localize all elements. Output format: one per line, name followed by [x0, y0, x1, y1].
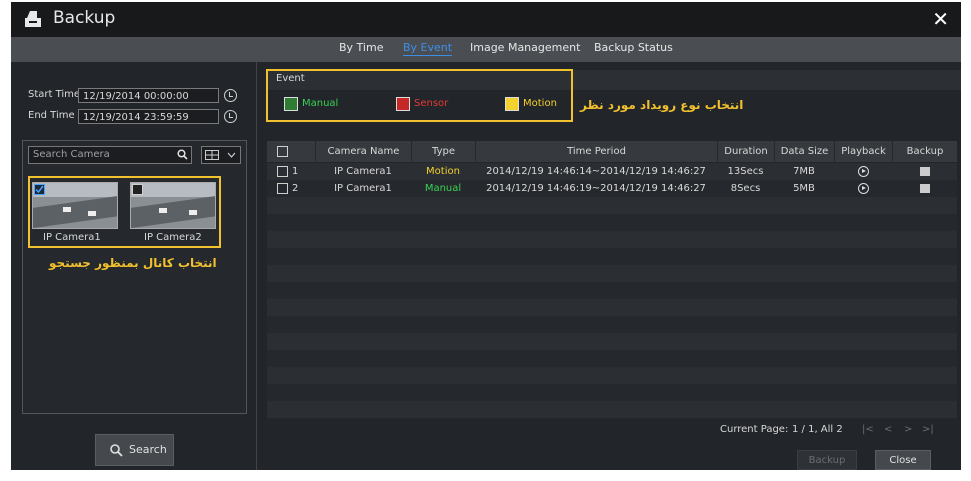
pane-divider: [256, 62, 257, 470]
col-playback[interactable]: Playback: [834, 141, 892, 162]
start-clock-icon[interactable]: [224, 89, 237, 102]
tab-backup-status[interactable]: Backup Status: [594, 41, 673, 54]
search-button-label: Search: [129, 443, 167, 456]
search-button[interactable]: Search: [95, 434, 174, 466]
cell-period: 2014/12/19 14:46:14~2014/12/19 14:46:27: [486, 166, 706, 177]
row-checkbox[interactable]: [277, 183, 288, 194]
table-row: [267, 299, 957, 316]
col-backup[interactable]: Backup: [892, 141, 957, 162]
window-title: Backup: [53, 8, 116, 28]
row-select-cell: 2: [267, 180, 315, 197]
table-row: [267, 265, 957, 282]
col-type[interactable]: Type: [411, 141, 475, 162]
col-duration[interactable]: Duration: [717, 141, 774, 162]
camera-1-checkbox[interactable]: [34, 184, 45, 195]
end-clock-icon[interactable]: [224, 110, 237, 123]
results-table: Camera Name Type Time Period Duration Da…: [267, 141, 957, 422]
close-icon[interactable]: ✕: [932, 7, 949, 31]
row-select-cell: 1: [267, 163, 315, 180]
checkmark-icon: [35, 185, 44, 194]
pager-label: Current Page:: [720, 424, 789, 435]
tab-by-event[interactable]: By Event: [403, 41, 453, 56]
row-index: 2: [292, 183, 299, 194]
table-row: [267, 316, 957, 333]
table-row[interactable]: 2 IP Camera1 Manual 2014/12/19 14:46:19~201…: [267, 180, 957, 197]
table-row: [267, 350, 957, 367]
channel-annotation: انتخاب کانال بمنظور جستجو: [49, 256, 217, 270]
select-all-header: [267, 141, 315, 162]
prev-page-button[interactable]: <: [884, 424, 892, 435]
table-row: [267, 231, 957, 248]
playback-cell: [834, 163, 892, 180]
close-button[interactable]: Close: [875, 450, 931, 470]
chevron-down-icon: [227, 152, 236, 158]
cell-size: 5MB: [793, 183, 815, 194]
row-checkbox[interactable]: [277, 166, 288, 177]
cell-type: Manual: [424, 183, 462, 194]
table-row: [267, 367, 957, 384]
backup-cell: [892, 180, 957, 197]
row-index: 1: [292, 166, 299, 177]
last-page-button[interactable]: >|: [922, 424, 934, 435]
pager-value: 1 / 1, All 2: [792, 424, 843, 435]
table-row: [267, 197, 957, 214]
cell-camera: IP Camera1: [334, 166, 392, 177]
table-row[interactable]: 1 IP Camera1 Motion 2014/12/19 14:46:14~201…: [267, 163, 957, 180]
play-icon[interactable]: [857, 165, 869, 177]
camera-2-checkbox[interactable]: [132, 184, 143, 195]
first-page-button[interactable]: |<: [862, 424, 874, 435]
cell-size: 7MB: [793, 166, 815, 177]
event-annotation: انتخاب نوع رویداد مورد نظر: [580, 98, 744, 112]
select-all-checkbox[interactable]: [277, 146, 288, 157]
backup-cell: [892, 163, 957, 180]
col-camera-name[interactable]: Camera Name: [315, 141, 411, 162]
play-icon[interactable]: [857, 182, 869, 194]
playback-cell: [834, 180, 892, 197]
col-data-size[interactable]: Data Size: [774, 141, 834, 162]
table-row: [267, 384, 957, 401]
table-row: [267, 333, 957, 350]
table-header: Camera Name Type Time Period Duration Da…: [267, 141, 957, 162]
event-selection-highlight: [266, 69, 573, 122]
table-row: [267, 401, 957, 418]
end-time-label: End Time: [28, 110, 75, 121]
start-time-label: Start Time: [28, 89, 81, 100]
camera-1-name: IP Camera1: [43, 232, 101, 243]
backup-icon[interactable]: [919, 166, 930, 176]
view-mode-dropdown[interactable]: [201, 146, 241, 164]
cell-duration: 8Secs: [730, 183, 761, 194]
backup-icon: [25, 11, 41, 27]
camera-search-input[interactable]: Search Camera: [28, 146, 192, 164]
next-page-button[interactable]: >: [904, 424, 912, 435]
search-icon[interactable]: [177, 149, 188, 160]
table-row: [267, 214, 957, 231]
grid-view-icon: [205, 150, 219, 160]
search-icon: [110, 444, 123, 457]
tab-by-time[interactable]: By Time: [339, 41, 383, 54]
cell-period: 2014/12/19 14:46:19~2014/12/19 14:46:27: [486, 183, 706, 194]
end-time-field[interactable]: 12/19/2014 23:59:59: [78, 109, 219, 124]
camera-2-name: IP Camera2: [144, 232, 202, 243]
tab-bar: By Time By Event Image Management Backup…: [11, 37, 961, 62]
cell-type: Motion: [426, 166, 460, 177]
backup-button[interactable]: Backup: [797, 450, 857, 470]
cell-camera: IP Camera1: [334, 183, 392, 194]
col-time-period[interactable]: Time Period: [475, 141, 717, 162]
backup-window: Backup ✕ By Time By Event Image Manageme…: [11, 2, 961, 470]
table-row: [267, 248, 957, 265]
table-row: [267, 282, 957, 299]
cell-duration: 13Secs: [727, 166, 764, 177]
title-bar: Backup ✕: [11, 2, 961, 37]
start-time-field[interactable]: 12/19/2014 00:00:00: [78, 88, 219, 103]
tab-image-management[interactable]: Image Management: [470, 41, 580, 54]
backup-icon[interactable]: [919, 183, 930, 193]
